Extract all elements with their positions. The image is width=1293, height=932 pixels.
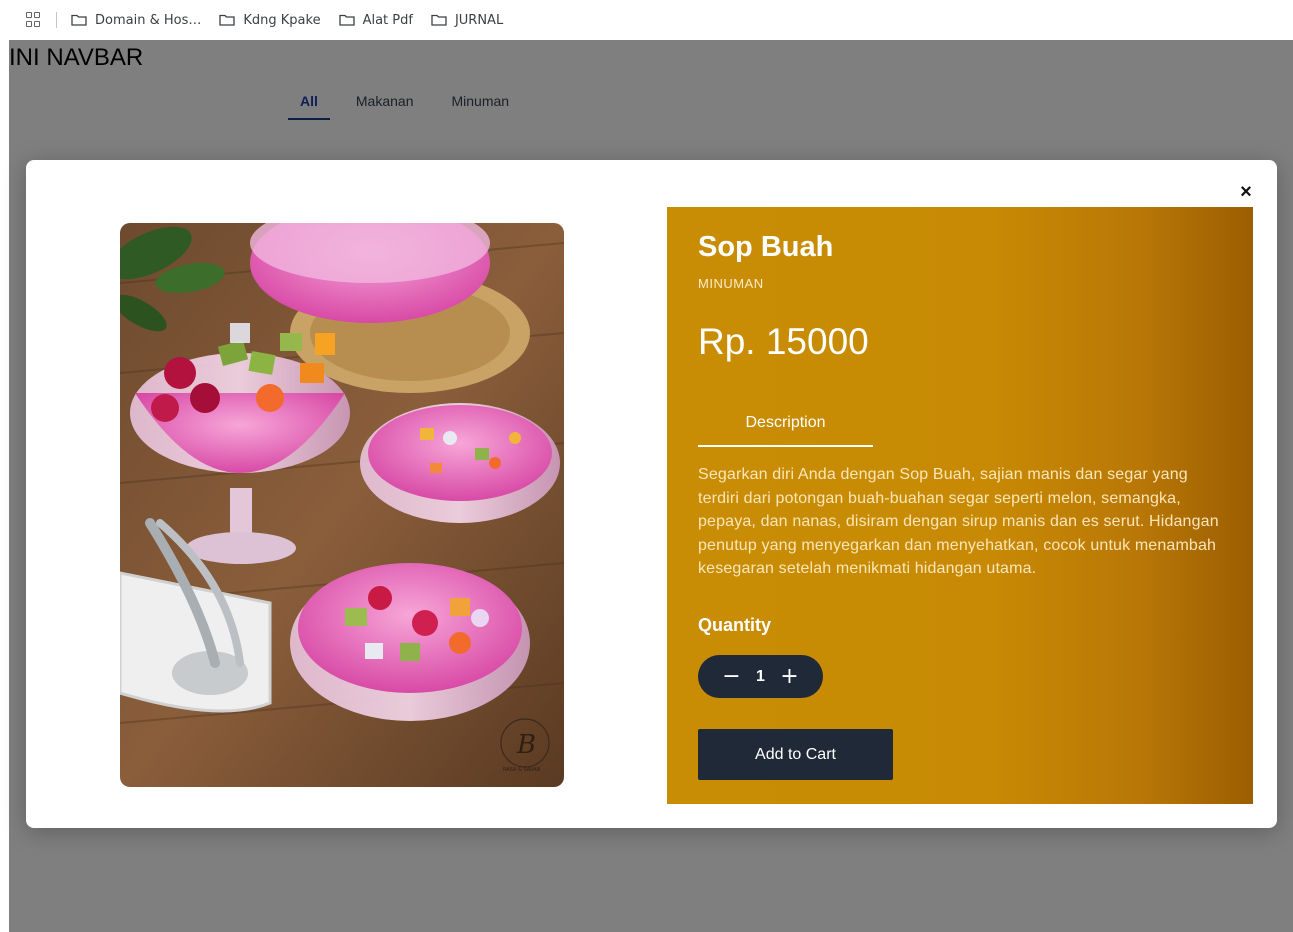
apps-grid-icon[interactable] <box>26 12 42 28</box>
add-to-cart-button[interactable]: Add to Cart <box>698 729 893 780</box>
bookmark-label: Alat Pdf <box>362 12 413 28</box>
bookmark-label: JURNAL <box>454 12 504 28</box>
product-modal: × B RASA & SAJIAN Sop Buah MINUMAN Rp. 1… <box>26 160 1277 828</box>
sop-buah-photo: B RASA & SAJIAN <box>120 223 564 787</box>
decrement-button[interactable]: − <box>718 663 746 691</box>
quantity-stepper: − 1 + <box>698 655 823 698</box>
product-price: Rp. 15000 <box>698 321 869 362</box>
folder-icon <box>71 14 87 26</box>
increment-button[interactable]: + <box>776 663 804 691</box>
bookmarks-divider <box>56 12 57 28</box>
folder-icon <box>431 14 447 26</box>
close-button[interactable]: × <box>1232 180 1260 204</box>
product-description: Segarkan diri Anda dengan Sop Buah, saji… <box>698 466 1219 577</box>
folder-icon <box>338 14 355 26</box>
bookmark-kdng-kpake[interactable]: Kdng Kpake <box>219 12 321 28</box>
watermark-letter: B <box>516 730 536 760</box>
tab-description[interactable]: Description <box>698 400 873 447</box>
bookmark-domain-hosting[interactable]: Domain & Hos… <box>71 13 201 28</box>
product-name: Sop Buah <box>698 231 834 263</box>
quantity-value: 1 <box>756 667 765 685</box>
product-image: B RASA & SAJIAN <box>120 223 564 787</box>
product-detail-panel: Sop Buah MINUMAN Rp. 15000 Description S… <box>667 207 1253 804</box>
bookmark-label: Domain & Hos… <box>95 12 202 28</box>
bookmark-jurnal[interactable]: JURNAL <box>431 13 503 28</box>
bookmark-label: Kdng Kpake <box>243 12 321 28</box>
folder-icon <box>219 14 236 26</box>
quantity-label: Quantity <box>698 615 772 635</box>
product-category: MINUMAN <box>698 276 764 291</box>
bookmarks-bar: Domain & Hos… Kdng Kpake Alat Pdf JURNAL <box>0 0 1293 40</box>
bookmark-alat-pdf[interactable]: Alat Pdf <box>338 12 413 28</box>
watermark-text: RASA & SAJIAN <box>503 767 541 773</box>
